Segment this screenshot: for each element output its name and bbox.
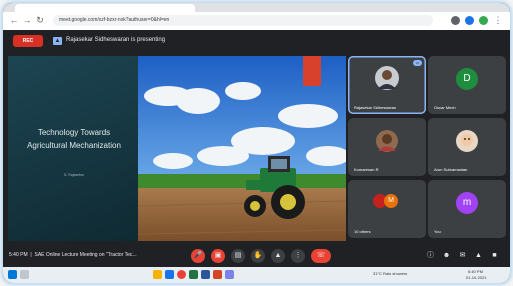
avatar: M [384,194,398,208]
address-bar: ← → ↻ meet.google.com/xzf-bzxr-nxk?authu… [3,12,510,31]
screen: ← → ↻ meet.google.com/xzf-bzxr-nxk?authu… [3,3,510,283]
mic-off-icon[interactable]: 🎤 [191,249,205,263]
windows-start-icon[interactable] [8,270,17,279]
avatar: D [456,68,478,90]
powerpoint-icon[interactable] [213,270,222,279]
chat-icon[interactable]: ✉ [458,251,467,260]
participant-tile[interactable]: Arun Subramanian [428,118,506,176]
rec-label: REC [22,38,34,44]
participant-tile[interactable]: Kumaresan R [348,118,426,176]
presenting-text: Rajasekar Sidheswaran is presenting [66,37,166,43]
weather-widget[interactable]: 31°C Rain showers [373,271,407,276]
recording-badge: REC [13,35,43,47]
captions-icon[interactable]: ▤ [231,249,245,263]
excel-icon[interactable] [189,270,198,279]
slide-title-panel: Technology Towards Agricultural Mechaniz… [8,56,138,241]
participant-tile[interactable]: •• Rajasekar Sidheswaran [348,56,426,114]
participant-photo [375,66,399,90]
profile-avatar[interactable] [479,16,488,25]
taskbar: 31°C Rain showers 5:40 PM 01-10-2021 [3,267,510,283]
meet-header: REC ▲ Rajasekar Sidheswaran is presentin… [3,30,510,52]
present-icon: ▲ [53,37,62,45]
avatar: m [456,192,478,214]
speaking-indicator-icon: •• [413,60,422,66]
camera-off-icon[interactable]: ▣ [211,249,225,263]
participant-name: Rajasekar Sidheswaran [354,105,397,110]
present-screen-icon[interactable]: ▲ [271,249,285,263]
participant-tile[interactable]: D Oscar Mech [428,56,506,114]
more-options-icon[interactable]: ⋮ [291,249,305,263]
browser-tab-strip [3,3,510,12]
slide-presenter: S. Rajasekar [63,173,85,177]
clock-time[interactable]: 5:40 PM [468,269,483,274]
info-icon[interactable]: ⓘ [426,251,435,260]
word-icon[interactable] [201,270,210,279]
menu-icon[interactable]: ⋮ [493,15,503,25]
participant-name: 10 others [354,229,371,234]
back-icon[interactable]: ← [9,15,19,25]
chrome-icon[interactable] [177,270,186,279]
teams-icon[interactable] [225,270,234,279]
browser-tab[interactable] [15,4,195,12]
reload-icon[interactable]: ↻ [35,15,45,25]
presentation-view: Technology Towards Agricultural Mechaniz… [8,56,346,241]
tractor-photo [138,56,346,241]
activities-icon[interactable]: ▲ [474,251,483,260]
extension-icon[interactable] [465,16,474,25]
participant-name: Arun Subramanian [434,167,468,172]
edge-icon[interactable] [165,270,174,279]
end-call-button[interactable]: ☏ [311,249,331,263]
participant-name: Kumaresan R [354,167,379,172]
forward-icon[interactable]: → [22,15,32,25]
slide-title: Technology Towards Agricultural Mechaniz… [27,128,121,150]
clock-date[interactable]: 01-10-2021 [466,275,486,280]
raise-hand-icon[interactable]: ✋ [251,249,265,263]
search-icon[interactable] [20,270,29,279]
extension-icon[interactable] [451,16,460,25]
meeting-controls: 5:40 PM | SAE Online Lecture Meeting on … [3,245,510,267]
participant-name: You [434,229,441,234]
participant-photo [376,130,398,152]
lock-icon[interactable]: ■ [490,251,499,260]
people-icon[interactable]: ☻ [442,251,451,260]
participant-name: Oscar Mech [434,105,456,110]
participant-photo [456,130,478,152]
file-explorer-icon[interactable] [153,270,162,279]
url-field[interactable]: meet.google.com/xzf-bzxr-nxk?authuser=0&… [53,15,433,26]
meeting-time-title: 5:40 PM | SAE Online Lecture Meeting on … [9,252,137,258]
participant-tile[interactable]: M 10 others [348,180,426,238]
participant-tile[interactable]: m You [428,180,506,238]
